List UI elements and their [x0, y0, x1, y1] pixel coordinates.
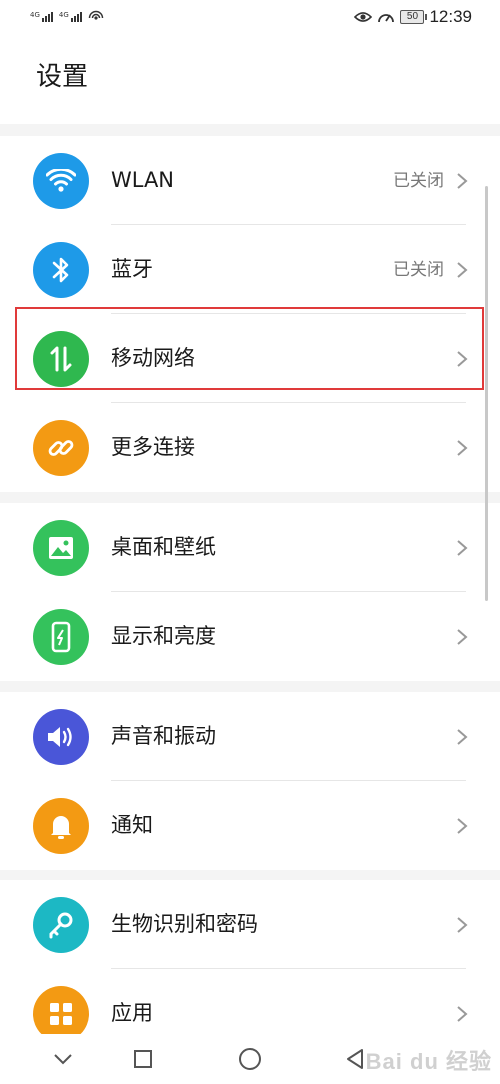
- settings-item-wlan[interactable]: WLAN 已关闭: [0, 136, 500, 225]
- settings-item-label: 桌面和壁纸: [111, 535, 216, 559]
- network-type-label: 4G: [58, 11, 69, 19]
- settings-item-biometrics-password[interactable]: 生物识别和密码: [0, 880, 500, 969]
- eye-icon: [354, 12, 373, 22]
- settings-item-label: 显示和亮度: [111, 624, 216, 648]
- mobile-data-icon: [33, 331, 89, 387]
- settings-item-sound-vibration[interactable]: 声音和振动: [0, 692, 500, 781]
- bluetooth-icon: [33, 242, 89, 298]
- page-title: 设置: [36, 62, 89, 92]
- chevron-right-icon: [457, 440, 468, 456]
- battery-icon: 50: [400, 10, 428, 24]
- settings-item-value: 已关闭: [393, 171, 444, 191]
- settings-screen: 4G 4G 50 12:39 设置 WLAN 已关闭 蓝牙 已关闭 移动网络 更…: [0, 0, 500, 1084]
- page-header: 设置: [0, 36, 500, 124]
- signal-icon: 4G: [59, 12, 82, 22]
- settings-item-label: 生物识别和密码: [111, 912, 258, 936]
- battery-level: 50: [406, 11, 419, 22]
- settings-item-home-wallpaper[interactable]: 桌面和壁纸: [0, 503, 500, 592]
- sound-icon: [33, 709, 89, 765]
- settings-item-label: WLAN: [111, 168, 175, 192]
- status-bar: 4G 4G 50 12:39: [0, 0, 500, 36]
- settings-item-value: 已关闭: [393, 260, 444, 280]
- display-icon: [33, 609, 89, 665]
- status-right: 50 12:39: [354, 7, 472, 27]
- settings-item-display-brightness[interactable]: 显示和亮度: [0, 592, 500, 681]
- key-icon: [33, 897, 89, 953]
- chevron-right-icon: [457, 540, 468, 556]
- settings-item-mobile-network[interactable]: 移动网络: [0, 314, 500, 403]
- settings-item-label: 应用: [111, 1001, 153, 1025]
- network-type-label: 4G: [30, 11, 40, 19]
- settings-item-label: 移动网络: [111, 346, 195, 370]
- link-icon: [33, 420, 89, 476]
- hotspot-icon: [88, 10, 104, 20]
- chevron-right-icon: [457, 729, 468, 745]
- wallpaper-icon: [33, 520, 89, 576]
- settings-group-connectivity: WLAN 已关闭 蓝牙 已关闭 移动网络 更多连接: [0, 136, 500, 492]
- settings-item-label: 通知: [111, 813, 153, 837]
- settings-item-label: 更多连接: [111, 435, 195, 459]
- settings-item-more-connections[interactable]: 更多连接: [0, 403, 500, 492]
- chevron-right-icon: [457, 351, 468, 367]
- status-time: 12:39: [429, 7, 472, 26]
- watermark: Bai du 经验: [365, 1049, 492, 1074]
- wifi-icon: [33, 153, 89, 209]
- speed-icon: [378, 14, 395, 23]
- scrollbar[interactable]: [485, 186, 488, 601]
- chevron-right-icon: [457, 629, 468, 645]
- settings-group-display: 桌面和壁纸 显示和亮度: [0, 503, 500, 681]
- settings-group-security: 生物识别和密码 应用: [0, 880, 500, 1058]
- chevron-down-icon[interactable]: [48, 1044, 78, 1074]
- settings-item-label: 声音和振动: [111, 724, 216, 748]
- status-left: 4G 4G: [30, 8, 104, 22]
- recents-icon[interactable]: [128, 1044, 158, 1074]
- settings-group-sound: 声音和振动 通知: [0, 692, 500, 870]
- settings-item-notifications[interactable]: 通知: [0, 781, 500, 870]
- chevron-right-icon: [457, 173, 468, 189]
- bell-icon: [33, 798, 89, 854]
- chevron-right-icon: [457, 818, 468, 834]
- chevron-right-icon: [457, 1006, 468, 1022]
- chevron-right-icon: [457, 262, 468, 278]
- chevron-right-icon: [457, 917, 468, 933]
- settings-item-label: 蓝牙: [111, 257, 153, 281]
- home-icon[interactable]: [235, 1044, 265, 1074]
- navigation-bar: Bai du 经验: [0, 1034, 500, 1084]
- settings-item-bluetooth[interactable]: 蓝牙 已关闭: [0, 225, 500, 314]
- signal-icon: 4G: [30, 12, 53, 22]
